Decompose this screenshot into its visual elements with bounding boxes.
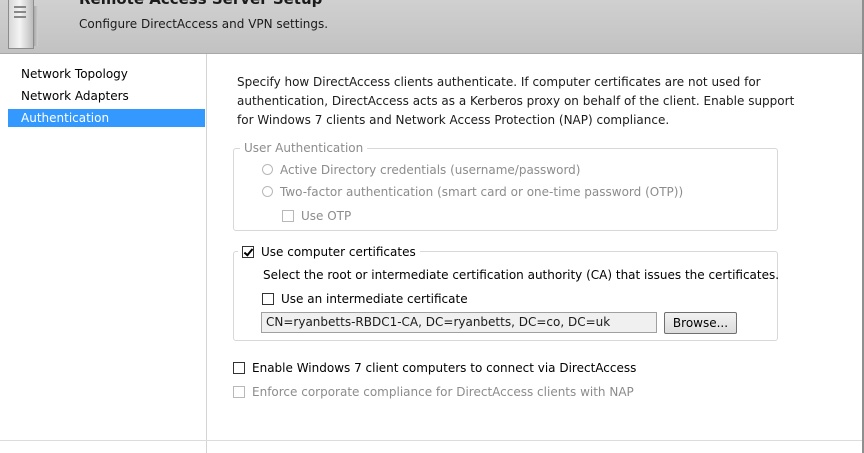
checkbox-checked-icon xyxy=(242,245,254,258)
server-icon xyxy=(8,0,38,49)
radio-ad-label: Active Directory credentials (username/p… xyxy=(280,162,581,177)
enable-windows7-label: Enable Windows 7 client computers to con… xyxy=(252,360,637,375)
checkbox-icon xyxy=(262,292,274,305)
sidebar-item-network-adapters[interactable]: Network Adapters xyxy=(8,87,205,105)
checkbox-icon xyxy=(233,361,245,374)
enable-windows7-checkbox[interactable]: Enable Windows 7 client computers to con… xyxy=(233,359,636,376)
enforce-nap-label: Enforce corporate compliance for DirectA… xyxy=(252,384,634,399)
user-authentication-legend: User Authentication xyxy=(240,140,368,156)
checkbox-icon xyxy=(233,385,245,398)
radio-icon xyxy=(262,186,273,197)
wizard-header: Remote Access Server Setup Configure Dir… xyxy=(0,0,864,54)
checkbox-icon xyxy=(282,209,294,222)
radio-two-factor-label: Two-factor authentication (smart card or… xyxy=(280,184,684,199)
sidebar-item-authentication[interactable]: Authentication xyxy=(8,109,205,127)
radio-ad-credentials[interactable]: Active Directory credentials (username/p… xyxy=(262,161,580,178)
wizard-sidebar: Network Topology Network Adapters Authen… xyxy=(0,54,207,453)
page-description: Specify how DirectAccess clients authent… xyxy=(237,75,795,127)
ca-instruction: Select the root or intermediate certific… xyxy=(263,268,780,282)
footer-divider xyxy=(0,440,862,441)
use-otp-checkbox[interactable]: Use OTP xyxy=(282,207,351,224)
radio-icon xyxy=(262,164,273,175)
use-computer-certificates-label: Use computer certificates xyxy=(261,244,416,259)
radio-two-factor[interactable]: Two-factor authentication (smart card or… xyxy=(262,183,683,200)
sidebar-item-network-topology[interactable]: Network Topology xyxy=(8,65,205,83)
intermediate-certificate-label: Use an intermediate certificate xyxy=(281,291,468,306)
wizard-subtitle: Configure DirectAccess and VPN settings. xyxy=(79,17,329,31)
browse-button[interactable]: Browse... xyxy=(664,312,737,334)
ca-name-field[interactable]: CN=ryanbetts-RBDC1-CA, DC=ryanbetts, DC=… xyxy=(261,312,657,333)
enforce-nap-checkbox[interactable]: Enforce corporate compliance for DirectA… xyxy=(233,383,634,400)
use-computer-certificates-checkbox[interactable]: Use computer certificates xyxy=(238,243,420,260)
wizard-title: Remote Access Server Setup xyxy=(79,0,322,8)
intermediate-certificate-checkbox[interactable]: Use an intermediate certificate xyxy=(262,290,468,307)
use-otp-label: Use OTP xyxy=(301,208,352,223)
